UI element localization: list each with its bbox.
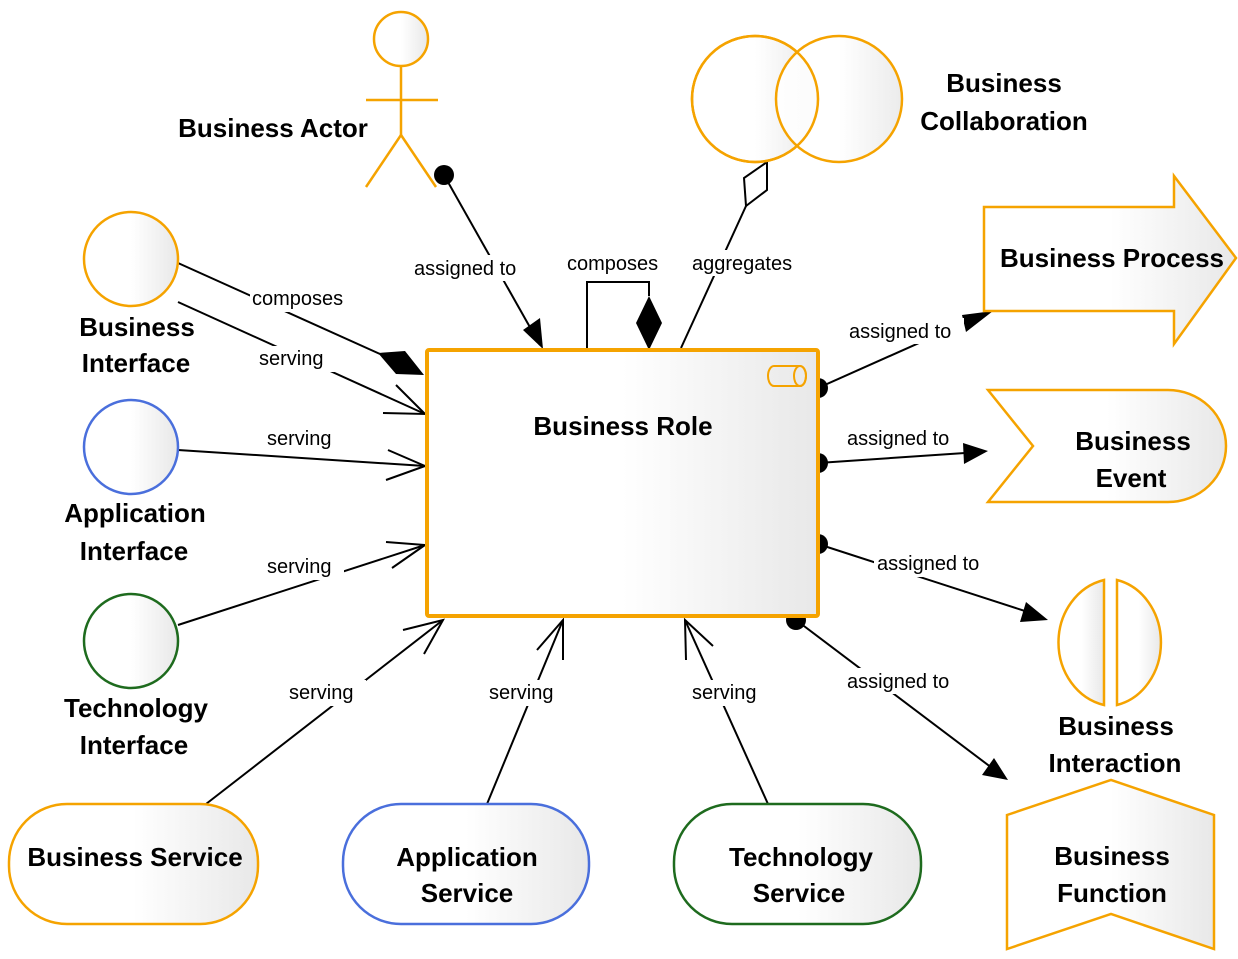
node-technology-service[interactable]: Technology Service [672, 802, 923, 926]
edge-label: serving [692, 682, 756, 704]
edge-role-composes-role[interactable]: composes [564, 250, 672, 350]
composition-diamond [636, 296, 662, 350]
edge-label: aggregates [692, 253, 792, 275]
node-business-process[interactable]: Business Process [982, 172, 1238, 348]
edge-role-assigned-to-event[interactable]: assigned to [808, 425, 988, 473]
aggregation-diamond [742, 160, 768, 208]
node-business-service[interactable]: Business Service [7, 802, 260, 926]
node-label: Interface [80, 730, 188, 760]
node-business-function[interactable]: Business Function [1005, 778, 1216, 951]
node-label: Collaboration [920, 106, 1088, 136]
node-label: Service [421, 878, 514, 908]
edge-collab-aggregates-role[interactable]: aggregates [680, 160, 806, 349]
node-label: Interface [82, 348, 190, 378]
assignment-source-dot [434, 165, 454, 185]
composition-diamond [378, 351, 424, 375]
edge-label: composes [252, 288, 343, 310]
node-label: Business [946, 68, 1062, 98]
node-business-interaction[interactable]: Business Interaction [1049, 578, 1182, 778]
interface-circle-icon [82, 210, 180, 308]
edge-techif-serving-role[interactable]: serving [177, 541, 428, 626]
assignment-arrowhead [963, 443, 988, 464]
node-label: Application [396, 842, 538, 872]
node-application-interface[interactable]: Application Interface [64, 398, 206, 566]
edge-techsvc-serving-role[interactable]: serving [683, 617, 769, 805]
collaboration-circles-icon [690, 34, 904, 164]
node-label: Business [1058, 711, 1174, 741]
edge-appsvc-serving-role[interactable]: serving [486, 617, 566, 805]
serving-arrowhead [382, 384, 428, 416]
edge-label: assigned to [847, 671, 949, 693]
interface-circle-icon [82, 592, 180, 690]
node-label: Application [64, 498, 206, 528]
edge-label: serving [489, 682, 553, 704]
node-label: Function [1057, 878, 1167, 908]
serving-arrowhead [683, 617, 714, 661]
node-label: Business Role [533, 411, 712, 441]
interface-circle-icon [82, 398, 180, 496]
node-business-event[interactable]: Business Event [985, 388, 1228, 504]
node-label: Event [1096, 463, 1167, 493]
edge-role-assigned-to-interaction[interactable]: assigned to [808, 534, 1048, 622]
actor-stick-figure-icon [364, 10, 438, 188]
node-label: Business [79, 312, 195, 342]
edge-label: assigned to [849, 321, 951, 343]
node-label: Interaction [1049, 748, 1182, 778]
edge-label: serving [267, 428, 331, 450]
node-label: Service [753, 878, 846, 908]
node-label: Business [1075, 426, 1191, 456]
node-label: Business Actor [178, 113, 368, 143]
edge-label: serving [259, 348, 323, 370]
edge-label: serving [267, 556, 331, 578]
edge-actor-assigned-to-role[interactable]: assigned to [412, 165, 543, 349]
assignment-arrowhead [962, 311, 993, 332]
node-business-collaboration[interactable]: Business Collaboration [690, 34, 1088, 164]
node-label: Business Service [27, 842, 242, 872]
node-label: Business [1054, 841, 1170, 871]
assignment-arrowhead [982, 758, 1008, 780]
node-business-interface[interactable]: Business Interface [79, 210, 195, 378]
edge-role-assigned-to-process[interactable]: assigned to [808, 311, 993, 398]
edge-label: composes [567, 253, 658, 275]
archimate-diagram: assigned to composes aggregates assigned… [7, 10, 1238, 951]
node-label: Technology [64, 693, 209, 723]
node-business-actor[interactable]: Business Actor [178, 10, 438, 188]
edge-bizsvc-serving-role[interactable]: serving [205, 618, 446, 805]
node-application-service[interactable]: Application Service [341, 802, 591, 926]
edge-label: assigned to [877, 553, 979, 575]
edge-appif-serving-role[interactable]: serving [177, 426, 428, 481]
node-technology-interface[interactable]: Technology Interface [64, 592, 209, 760]
edge-label: assigned to [414, 258, 516, 280]
assignment-arrowhead [1020, 602, 1048, 622]
node-business-role[interactable]: Business Role [425, 348, 820, 618]
node-label: Technology [729, 842, 874, 872]
assignment-arrowhead [523, 318, 543, 349]
node-label: Business Process [1000, 243, 1224, 273]
edge-role-assigned-to-function[interactable]: assigned to [786, 610, 1008, 780]
edge-label: serving [289, 682, 353, 704]
interaction-split-circle-icon [1057, 578, 1163, 707]
node-label: Interface [80, 536, 188, 566]
edge-label: assigned to [847, 428, 949, 450]
